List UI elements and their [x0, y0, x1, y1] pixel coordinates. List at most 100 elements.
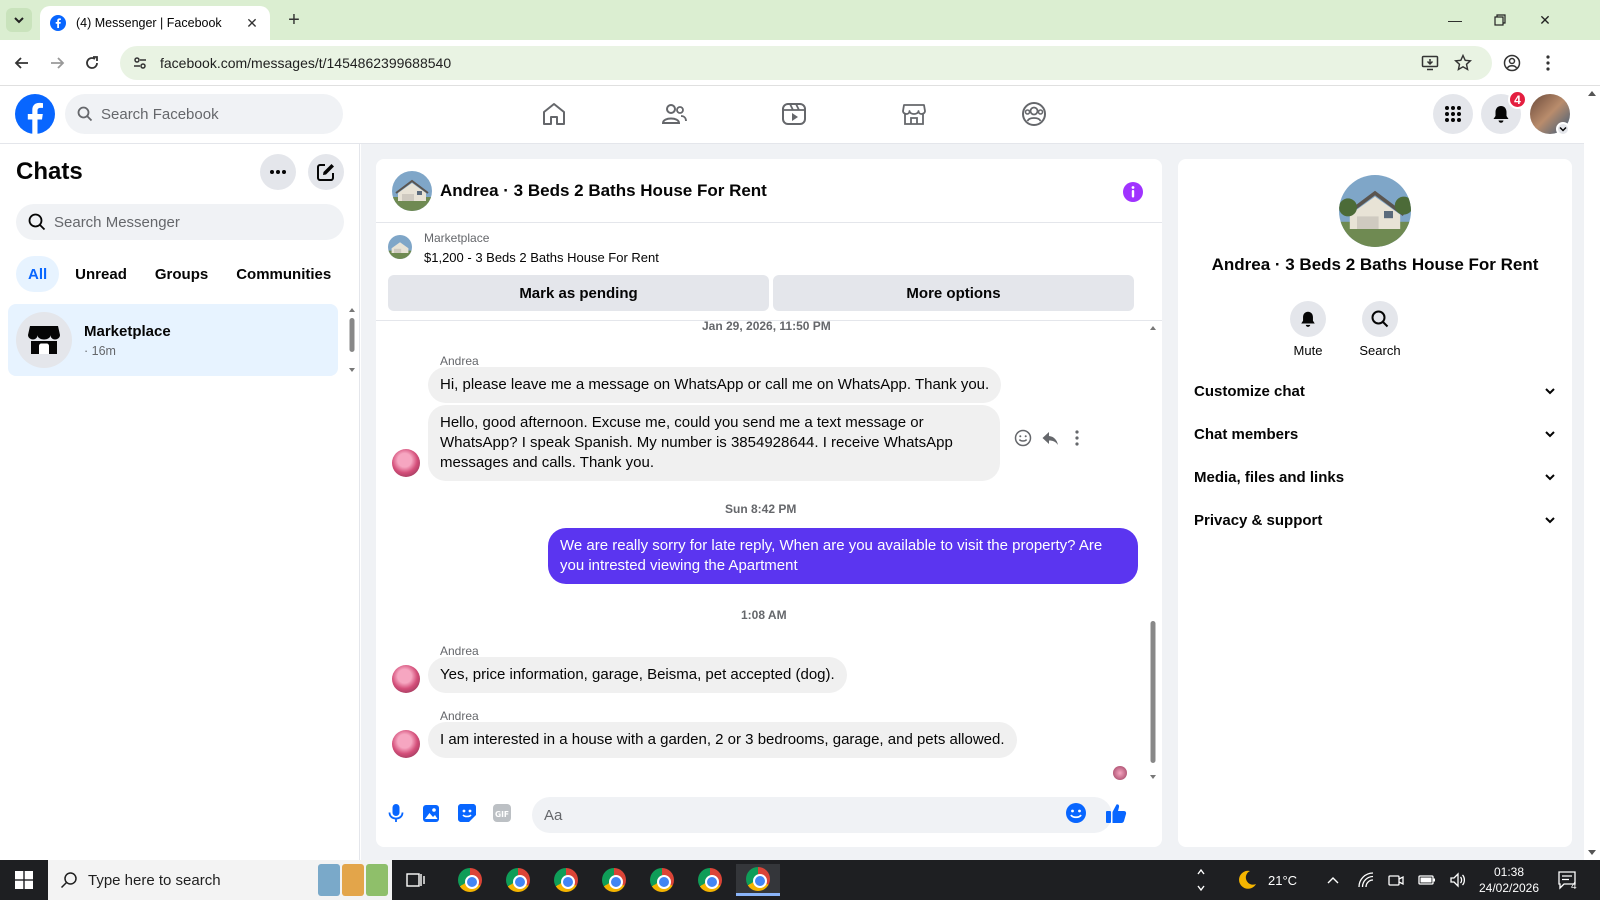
new-tab-button[interactable]: +: [282, 8, 306, 32]
message-bubble-2[interactable]: Hello, good afternoon. Excuse me, could …: [428, 405, 1000, 481]
page-scrollbar[interactable]: [1584, 86, 1600, 860]
gaming-icon[interactable]: [1016, 96, 1052, 132]
monitor-download-shape: [1421, 55, 1439, 71]
back-icon[interactable]: [10, 51, 34, 75]
notification-count-badge: 4: [1508, 90, 1527, 109]
chat-members-row[interactable]: Chat members: [1194, 414, 1556, 454]
tab-search-button[interactable]: [6, 8, 32, 32]
message-bubble-4[interactable]: Yes, price information, garage, Beisma, …: [428, 657, 847, 693]
privacy-support-row[interactable]: Privacy & support: [1194, 500, 1556, 540]
account-chevron-icon[interactable]: [1556, 122, 1570, 136]
menu-grid-button[interactable]: [1433, 94, 1473, 134]
magnifier-shape: [60, 872, 77, 889]
mark-as-pending-button[interactable]: Mark as pending: [388, 275, 769, 311]
meet-icon[interactable]: [1388, 860, 1404, 900]
restore-icon[interactable]: [1488, 8, 1512, 32]
friends-icon[interactable]: [656, 96, 692, 132]
like-thumb-icon[interactable]: [1104, 801, 1128, 825]
message-bubble-outgoing[interactable]: We are really sorry for late reply, When…: [548, 528, 1138, 584]
browser-menu-icon[interactable]: [1536, 51, 1560, 75]
media-files-row[interactable]: Media, files and links: [1194, 457, 1556, 497]
search-label: Search: [1359, 343, 1401, 358]
site-settings-icon[interactable]: [130, 53, 150, 73]
more-options-button[interactable]: More options: [773, 275, 1134, 311]
minimize-icon[interactable]: —: [1443, 8, 1467, 32]
weather-widget[interactable]: 21°C: [1236, 860, 1297, 900]
conversation-info-icon[interactable]: [1122, 181, 1144, 203]
chrome-window-3[interactable]: [544, 864, 588, 896]
tab-close-icon[interactable]: ✕: [244, 15, 260, 32]
video-icon[interactable]: [776, 96, 812, 132]
install-app-icon[interactable]: [1418, 51, 1442, 75]
chat-item-marketplace[interactable]: Marketplace · 16m: [8, 304, 338, 376]
customize-chat-row[interactable]: Customize chat: [1194, 371, 1556, 411]
react-emoji-icon[interactable]: [1012, 427, 1034, 449]
bookmark-star-icon[interactable]: [1451, 51, 1475, 75]
gif-icon[interactable]: GIF: [490, 801, 514, 825]
conversation-avatar[interactable]: [392, 171, 432, 211]
message-bubble-5[interactable]: I am interested in a house with a garden…: [428, 722, 1017, 758]
message-scrollbar[interactable]: [1149, 321, 1157, 785]
chrome-window-1[interactable]: [448, 864, 492, 896]
search-in-chat-button[interactable]: [1362, 301, 1398, 337]
andrea-avatar[interactable]: [392, 449, 420, 477]
microphone-icon[interactable]: [384, 801, 408, 825]
facebook-logo-icon[interactable]: [15, 94, 55, 134]
task-view-icon[interactable]: [394, 864, 438, 896]
search-highlight-art[interactable]: [318, 864, 388, 896]
message-more-icon[interactable]: [1066, 427, 1088, 449]
filter-all[interactable]: All: [16, 256, 60, 292]
andrea-avatar[interactable]: [392, 730, 420, 758]
forward-icon[interactable]: [45, 51, 69, 75]
browser-tab-messenger[interactable]: (4) Messenger | Facebook ✕: [40, 6, 270, 40]
reload-icon[interactable]: [80, 51, 104, 75]
chat-list-scrollbar[interactable]: [348, 306, 356, 374]
messenger-search-input[interactable]: Search Messenger: [16, 204, 344, 240]
chrome-window-6[interactable]: [688, 864, 732, 896]
volume-icon[interactable]: [1450, 860, 1466, 900]
emoji-icon[interactable]: [1064, 801, 1088, 825]
listing-thumbnail[interactable]: [388, 235, 412, 259]
chrome-window-4[interactable]: [592, 864, 636, 896]
chrome-icon: [602, 868, 626, 892]
listing-price-title[interactable]: $1,200 - 3 Beds 2 Baths House For Rent: [424, 250, 659, 265]
search-in-chat-action[interactable]: Search: [1350, 301, 1410, 358]
filter-communities[interactable]: Communities: [224, 256, 343, 292]
chat-list-panel: Chats Search Messenger All Unread Groups…: [0, 144, 360, 860]
taskbar-clock[interactable]: 01:38 24/02/2026: [1474, 864, 1544, 896]
reply-icon[interactable]: [1039, 427, 1061, 449]
conversation-title: Andrea · 3 Beds 2 Baths House For Rent: [440, 181, 767, 200]
facebook-search-input[interactable]: Search Facebook: [65, 94, 343, 134]
chrome-window-2[interactable]: [496, 864, 540, 896]
network-icon[interactable]: [1358, 860, 1374, 900]
home-icon[interactable]: [536, 96, 572, 132]
action-center-icon[interactable]: 4: [1558, 860, 1580, 900]
marketplace-icon[interactable]: [896, 96, 932, 132]
chrome-window-5[interactable]: [640, 864, 684, 896]
window-close-icon[interactable]: ✕: [1533, 8, 1557, 32]
sender-name: Andrea: [440, 709, 479, 723]
chrome-window-active[interactable]: [736, 864, 780, 896]
start-button[interactable]: [0, 860, 48, 900]
message-bubble-1[interactable]: Hi, please leave me a message on WhatsAp…: [428, 367, 1002, 403]
sticker-icon[interactable]: [455, 801, 479, 825]
photo-icon[interactable]: [419, 801, 443, 825]
new-message-button[interactable]: [308, 154, 344, 190]
taskbar-scroll-arrows[interactable]: [1196, 860, 1206, 900]
filter-groups[interactable]: Groups: [143, 256, 220, 292]
mute-action[interactable]: Mute: [1278, 301, 1338, 358]
star-shape: [1454, 54, 1472, 71]
profile-icon[interactable]: [1500, 51, 1524, 75]
address-bar-row: facebook.com/messages/t/1454862399688540: [0, 40, 1600, 86]
grid-icon: [1445, 106, 1461, 122]
chat-options-button[interactable]: [260, 154, 296, 190]
messenger-search-placeholder: Search Messenger: [54, 213, 180, 231]
andrea-avatar[interactable]: [392, 665, 420, 693]
profile-avatar-large[interactable]: [1339, 175, 1411, 247]
filter-unread[interactable]: Unread: [63, 256, 139, 292]
mute-button[interactable]: [1290, 301, 1326, 337]
battery-icon[interactable]: [1418, 860, 1436, 900]
tray-overflow-icon[interactable]: [1326, 860, 1340, 900]
message-input[interactable]: Aa: [532, 797, 1112, 833]
url-input[interactable]: facebook.com/messages/t/1454862399688540: [120, 46, 1492, 80]
